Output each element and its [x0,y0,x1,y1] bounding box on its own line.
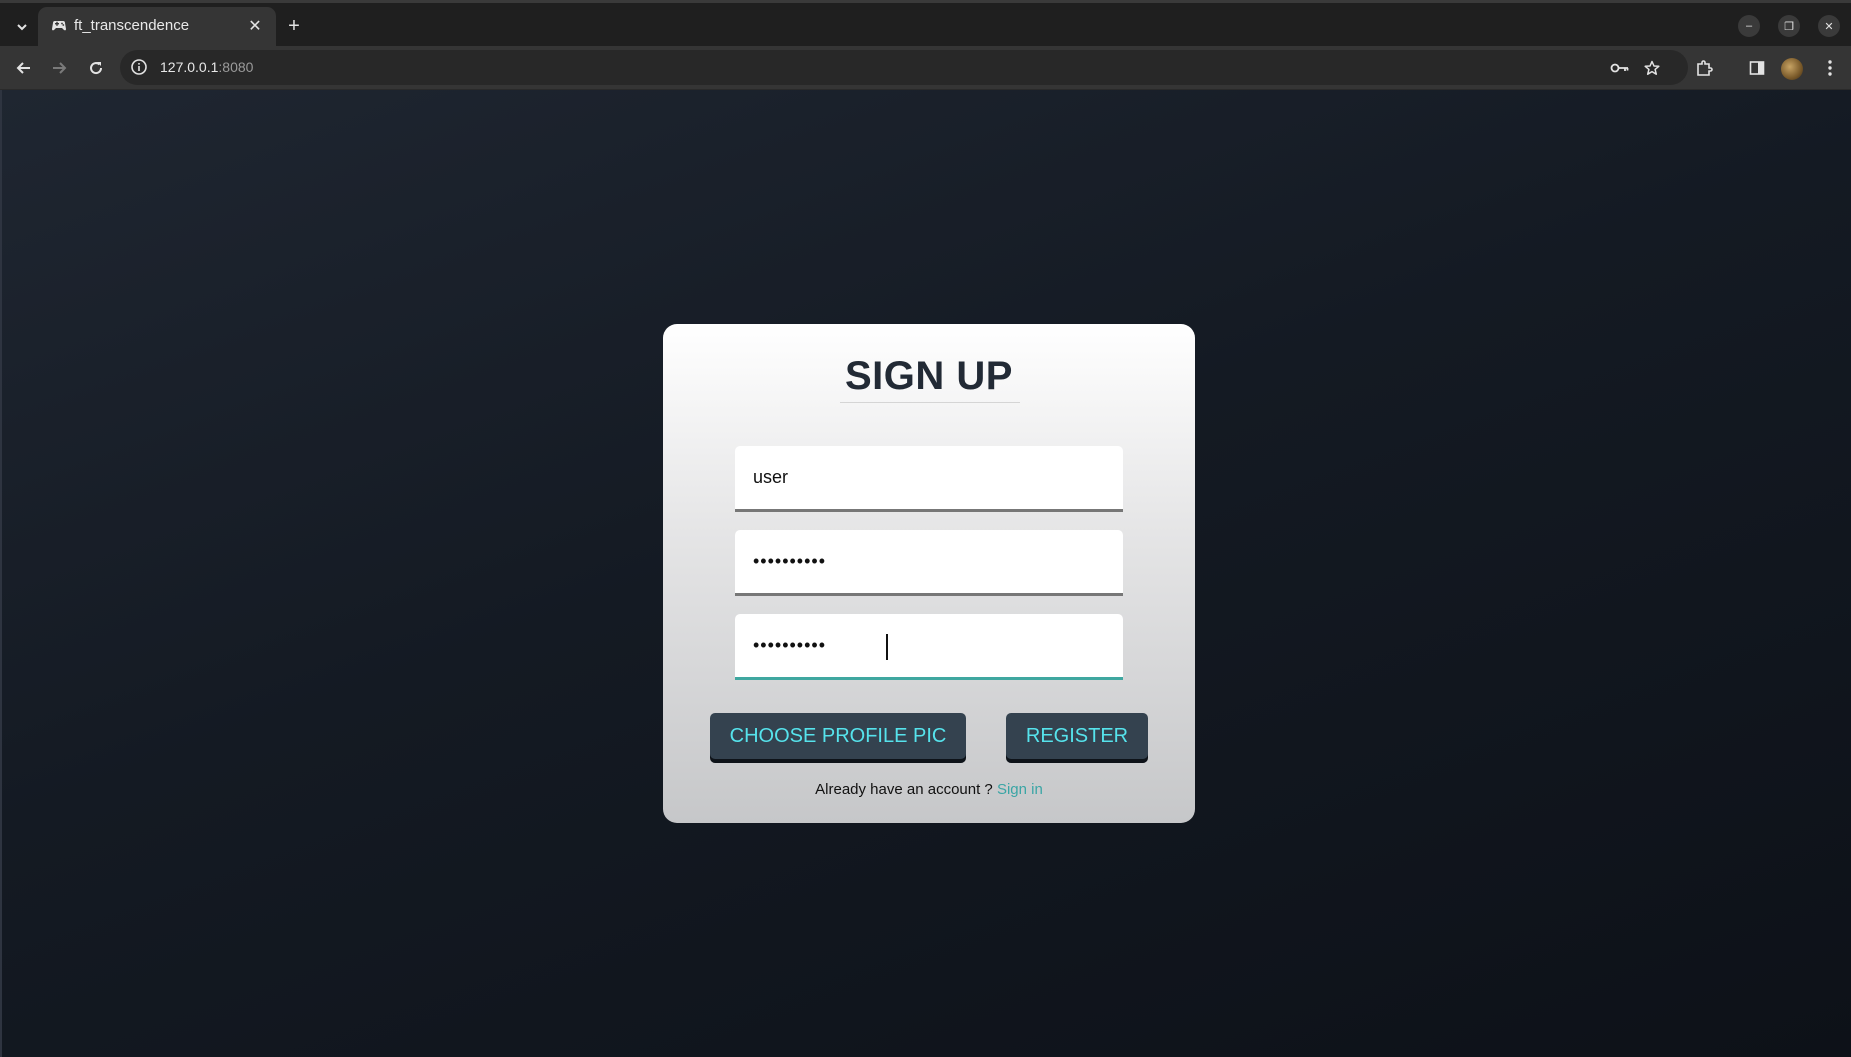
restore-icon: ❐ [1784,20,1794,33]
info-icon[interactable] [130,58,148,76]
minimize-icon: – [1745,20,1753,32]
tab-search-button[interactable] [10,15,34,39]
password-input[interactable] [735,530,1123,593]
address-bar[interactable]: 127.0.0.1:8080 [120,50,1688,85]
side-panel-icon [1749,61,1765,75]
reload-icon [90,62,103,75]
extensions-button[interactable] [1690,54,1718,82]
title-divider [840,402,1020,403]
reload-button[interactable] [82,54,110,82]
puzzle-icon [1697,60,1713,76]
password-field[interactable] [735,530,1123,596]
signin-prompt: Already have an account ? Sign in [663,781,1195,798]
new-tab-button[interactable]: + [282,14,306,38]
close-icon: ✕ [1824,20,1834,33]
gamepad-icon [52,21,66,31]
url-text[interactable]: 127.0.0.1:8080 [160,59,253,75]
browser-menu-button[interactable] [1816,54,1844,82]
username-field[interactable] [735,446,1123,512]
browser-toolbar: 127.0.0.1:8080 [0,46,1851,90]
tab-active[interactable]: ft_transcendence ✕ [38,7,276,46]
signin-prompt-text: Already have an account ? [815,781,997,798]
close-icon: ✕ [248,18,262,35]
tab-strip: ft_transcendence ✕ + – ❐ ✕ [0,0,1851,46]
page-title: SIGN UP [845,354,1013,398]
profile-avatar[interactable] [1781,58,1803,80]
choose-profile-pic-button[interactable]: CHOOSE PROFILE PIC [710,713,966,759]
arrow-right-icon [53,62,67,74]
arrow-left-icon [16,62,30,74]
bookmark-button[interactable] [1640,56,1664,80]
kebab-menu-icon [1828,60,1832,76]
confirm-password-field[interactable] [735,614,1123,680]
restore-button[interactable]: ❐ [1778,15,1800,37]
register-button[interactable]: REGISTER [1006,713,1148,759]
forward-button[interactable] [45,54,73,82]
tab-title: ft_transcendence [74,17,190,34]
signin-link[interactable]: Sign in [997,781,1043,798]
signup-card: SIGN UP CHOOSE PROFILE PIC REGISTER Alre… [663,324,1195,823]
plus-icon: + [288,14,300,37]
chevron-down-icon [17,24,27,31]
browser-window: ft_transcendence ✕ + – ❐ ✕ 127.0.0.1:808… [0,0,1851,1057]
side-panel-button[interactable] [1743,54,1771,82]
tab-close-button[interactable]: ✕ [244,15,266,37]
confirm-password-input[interactable] [735,614,1123,677]
text-caret [886,634,888,660]
minimize-button[interactable]: – [1738,15,1760,37]
window-close-button[interactable]: ✕ [1818,15,1840,37]
url-host: 127.0.0.1 [160,59,219,75]
key-icon [1610,63,1629,73]
url-port: :8080 [218,59,254,75]
username-input[interactable] [735,446,1123,509]
password-manager-button[interactable] [1608,56,1632,80]
star-icon [1644,60,1660,75]
page-viewport: SIGN UP CHOOSE PROFILE PIC REGISTER Alre… [0,90,1851,1057]
back-button[interactable] [10,54,38,82]
